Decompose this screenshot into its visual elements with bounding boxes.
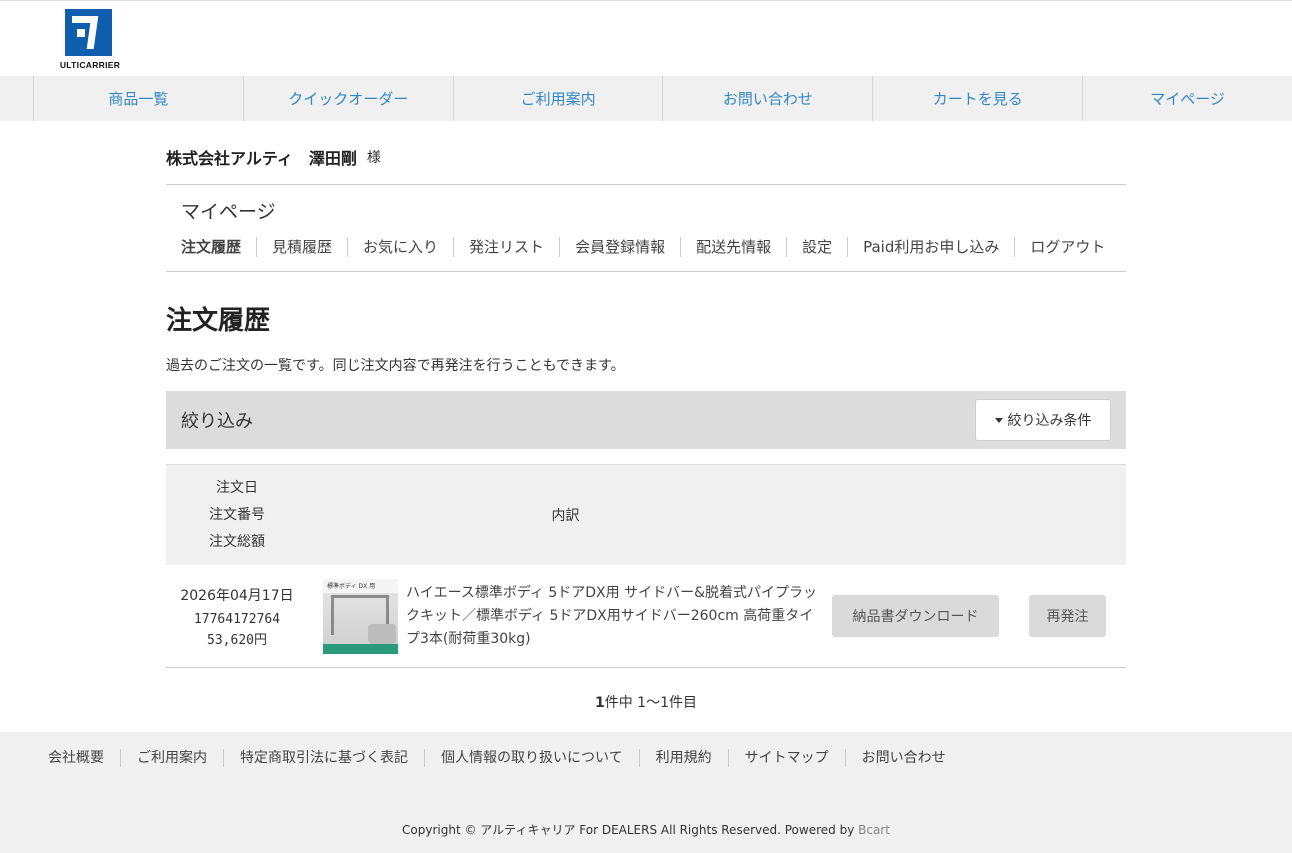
order-table: 注文日 注文番号 注文総額 内訳 2026年04月17日 17764172764… (166, 464, 1126, 668)
header-detail: 内訳 (551, 508, 580, 524)
tab-paid-application[interactable]: Paid利用お申し込み (847, 237, 1014, 257)
footer-link-contact[interactable]: お問い合わせ (844, 749, 962, 767)
pagination-text: 件中 1〜1件目 (604, 695, 697, 711)
tab-settings[interactable]: 設定 (786, 237, 847, 257)
filter-bar: 絞り込み 絞り込み条件 (166, 391, 1126, 449)
gnav-item-quick-order[interactable]: クイックオーダー (242, 76, 453, 121)
product-thumbnail[interactable]: 標準ボディ DX 用 (323, 578, 398, 654)
header-order-meta: 注文日 注文番号 注文総額 (166, 475, 308, 556)
reorder-button[interactable]: 再発注 (1029, 595, 1106, 637)
gnav-item-guide[interactable]: ご利用案内 (452, 76, 663, 121)
pagination-count: 1 (594, 695, 605, 711)
caret-down-icon (994, 417, 1003, 423)
footer-link-terms[interactable]: 利用規約 (638, 749, 728, 767)
copyright: Copyright © アルティキャリア For DEALERS All Rig… (0, 821, 1292, 838)
thumbnail-label: 標準ボディ DX 用 (323, 578, 398, 593)
user-name: 株式会社アルティ 澤田剛 (166, 148, 357, 168)
tab-favorites[interactable]: お気に入り (347, 237, 453, 257)
logo-text: ULTICARRIER (59, 60, 121, 70)
footer-nav: 会社概要 ご利用案内 特定商取引法に基づく表記 個人情報の取り扱いについて 利用… (0, 749, 1292, 767)
page-description: 過去のご注文の一覧です。同じ注文内容で再発注を行うこともできます。 (166, 358, 625, 374)
mypage-title: マイページ (181, 201, 276, 223)
footer-link-company[interactable]: 会社概要 (32, 749, 120, 767)
gnav-item-contact[interactable]: お問い合わせ (662, 76, 872, 121)
user-greeting: 株式会社アルティ 澤田剛 様 (166, 121, 1126, 185)
order-number: 17764172764 (193, 611, 281, 627)
table-header: 注文日 注文番号 注文総額 内訳 (166, 464, 1126, 565)
copyright-text: Copyright © アルティキャリア For DEALERS All Rig… (402, 823, 855, 837)
gnav-item-products[interactable]: 商品一覧 (33, 76, 243, 121)
table-row: 2026年04月17日 17764172764 53,620円 標準ボディ DX… (166, 565, 1126, 668)
header-order-date: 注文日 (216, 479, 258, 496)
pagination-summary: 1件中 1〜1件目 (166, 692, 1126, 712)
page-title: 注文履歴 (166, 306, 271, 336)
footer-link-sitemap[interactable]: サイトマップ (727, 749, 845, 767)
site-footer: 会社概要 ご利用案内 特定商取引法に基づく表記 個人情報の取り扱いについて 利用… (0, 732, 1292, 853)
gnav-item-mypage[interactable]: マイページ (1082, 76, 1292, 121)
order-meta: 2026年04月17日 17764172764 53,620円 (166, 585, 308, 648)
footer-link-guide[interactable]: ご利用案内 (120, 749, 223, 767)
tab-shipping-info[interactable]: 配送先情報 (680, 237, 786, 257)
main-content: 株式会社アルティ 澤田剛 様 マイページ 注文履歴 見積履歴 お気に入り 発注リ… (166, 121, 1126, 712)
tab-order-list[interactable]: 発注リスト (453, 237, 559, 257)
mypage-tabs: 注文履歴 見積履歴 お気に入り 発注リスト 会員登録情報 配送先情報 設定 Pa… (181, 237, 1126, 257)
filter-title: 絞り込み (181, 411, 253, 432)
powered-by-link[interactable]: Bcart (858, 823, 890, 837)
tab-order-history[interactable]: 注文履歴 (181, 237, 256, 257)
filter-conditions-button[interactable]: 絞り込み条件 (975, 399, 1111, 441)
site-header: ULTICARRIER (0, 1, 1292, 76)
user-suffix: 様 (366, 149, 381, 166)
footer-link-legal[interactable]: 特定商取引法に基づく表記 (223, 749, 424, 767)
order-date: 2026年04月17日 (180, 587, 294, 604)
site-logo[interactable]: ULTICARRIER (40, 9, 140, 71)
download-invoice-button[interactable]: 納品書ダウンロード (832, 595, 999, 637)
logo-mark-icon (65, 9, 112, 56)
mypage-section: マイページ 注文履歴 見積履歴 お気に入り 発注リスト 会員登録情報 配送先情報… (166, 185, 1126, 272)
order-total: 53,620円 (207, 632, 267, 648)
tab-logout[interactable]: ログアウト (1014, 237, 1120, 257)
tab-member-info[interactable]: 会員登録情報 (559, 237, 680, 257)
global-nav: 商品一覧 クイックオーダー ご利用案内 お問い合わせ カートを見る マイページ (0, 76, 1292, 121)
gnav-item-cart[interactable]: カートを見る (872, 76, 1082, 121)
header-order-total: 注文総額 (209, 533, 265, 550)
tab-quote-history[interactable]: 見積履歴 (256, 237, 347, 257)
filter-conditions-label: 絞り込み条件 (1007, 413, 1092, 429)
product-name[interactable]: ハイエース標準ボディ 5ドアDX用 サイドバー&脱着式パイプラックキット／標準ボ… (406, 582, 826, 651)
footer-link-privacy[interactable]: 個人情報の取り扱いについて (424, 749, 639, 767)
header-order-number: 注文番号 (209, 506, 265, 523)
